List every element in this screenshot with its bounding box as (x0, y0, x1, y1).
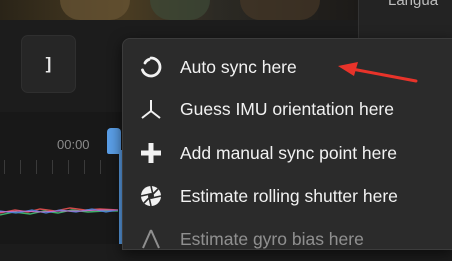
timeline-ticks (0, 160, 118, 180)
auto-sync-icon (139, 55, 163, 79)
timeline-time-label: 00:00 (57, 137, 90, 152)
menu-item-label: Estimate gyro bias here (180, 228, 364, 249)
menu-item-estimate-gyro-bias[interactable]: Estimate gyro bias here (123, 217, 452, 261)
menu-item-label: Guess IMU orientation here (180, 98, 394, 119)
bracket-label: ] (45, 54, 52, 73)
plus-icon (139, 141, 163, 165)
menu-item-estimate-rolling-shutter[interactable]: Estimate rolling shutter here (123, 174, 452, 218)
video-preview-strip (0, 0, 360, 20)
shutter-icon (139, 184, 163, 208)
menu-item-label: Estimate rolling shutter here (180, 185, 398, 206)
set-out-point-button[interactable]: ] (21, 35, 76, 93)
gyro-graph (0, 207, 119, 216)
language-label: Langua (388, 0, 439, 9)
menu-item-label: Auto sync here (180, 56, 297, 77)
menu-item-add-manual-sync[interactable]: Add manual sync point here (123, 131, 452, 175)
menu-item-label: Add manual sync point here (180, 142, 397, 163)
imu-axes-icon (139, 97, 163, 121)
menu-item-guess-imu-orientation[interactable]: Guess IMU orientation here (123, 87, 452, 131)
red-arrow-annotation (338, 62, 418, 83)
gyro-bias-icon (139, 227, 163, 251)
